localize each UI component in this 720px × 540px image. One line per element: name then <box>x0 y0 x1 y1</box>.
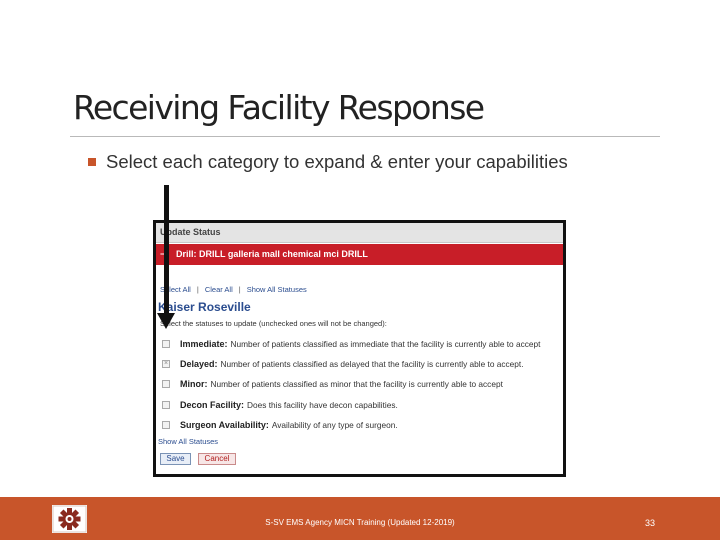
pointer-arrow-shaft <box>164 185 169 315</box>
update-status-screenshot: Update Status − Drill: DRILL galleria ma… <box>153 220 566 477</box>
down-arrow-icon <box>157 313 175 329</box>
status-category: Minor: <box>180 379 208 389</box>
status-category: Delayed: <box>180 359 218 369</box>
agency-logo-graphic <box>52 505 87 533</box>
selection-links: Select All | Clear All | Show All Status… <box>160 285 307 294</box>
page-number: 33 <box>644 518 655 528</box>
status-category: Surgeon Availability: <box>180 420 269 430</box>
status-instruction: Select the statuses to update (unchecked… <box>160 319 387 328</box>
status-checkbox[interactable] <box>162 401 170 409</box>
agency-logo-icon <box>52 505 87 533</box>
status-category: Decon Facility: <box>180 400 245 410</box>
status-checkbox-checked[interactable]: × <box>162 360 170 368</box>
drill-bar[interactable]: − Drill: DRILL galleria mall chemical mc… <box>156 244 563 265</box>
status-description: Number of patients classified as delayed… <box>220 359 524 369</box>
status-row-minor[interactable]: Minor: Number of patients classified as … <box>162 377 503 391</box>
bullet-text: Select each category to expand & enter y… <box>106 151 568 172</box>
clear-all-link[interactable]: Clear All <box>205 285 233 294</box>
show-all-statuses-link[interactable]: Show All Statuses <box>247 285 307 294</box>
update-status-title: Update Status <box>160 227 221 237</box>
status-checkbox[interactable] <box>162 421 170 429</box>
status-category: Immediate: <box>180 339 228 349</box>
footer-text: S-SV EMS Agency MICN Training (Updated 1… <box>265 518 455 527</box>
facility-name: Kaiser Roseville <box>158 300 251 314</box>
slide-footer: S-SV EMS Agency MICN Training (Updated 1… <box>0 497 720 540</box>
status-checkbox[interactable] <box>162 380 170 388</box>
status-description: Number of patients classified as minor t… <box>210 379 503 389</box>
show-all-statuses-bottom-link[interactable]: Show All Statuses <box>158 437 218 446</box>
save-button[interactable]: Save <box>160 453 191 465</box>
drill-title: Drill: DRILL galleria mall chemical mci … <box>176 249 368 259</box>
status-row-delayed[interactable]: × Delayed: Number of patients classified… <box>162 357 524 371</box>
status-description: Does this facility have decon capabiliti… <box>247 400 398 410</box>
link-separator: | <box>238 285 241 294</box>
update-status-header: Update Status <box>156 223 563 243</box>
status-row-immediate[interactable]: Immediate: Number of patients classified… <box>162 337 540 351</box>
square-bullet-icon <box>88 158 96 166</box>
status-description: Availability of any type of surgeon. <box>271 420 398 430</box>
status-checkbox[interactable] <box>162 340 170 348</box>
cancel-button[interactable]: Cancel <box>198 453 236 465</box>
title-divider <box>70 136 660 137</box>
status-row-surgeon[interactable]: Surgeon Availability: Availability of an… <box>162 418 398 432</box>
status-description: Number of patients classified as immedia… <box>230 339 541 349</box>
status-row-decon[interactable]: Decon Facility: Does this facility have … <box>162 398 398 412</box>
slide-title: Receiving Facility Response <box>73 88 485 127</box>
link-separator: | <box>196 285 199 294</box>
bullet-item: Select each category to expand & enter y… <box>88 151 568 173</box>
